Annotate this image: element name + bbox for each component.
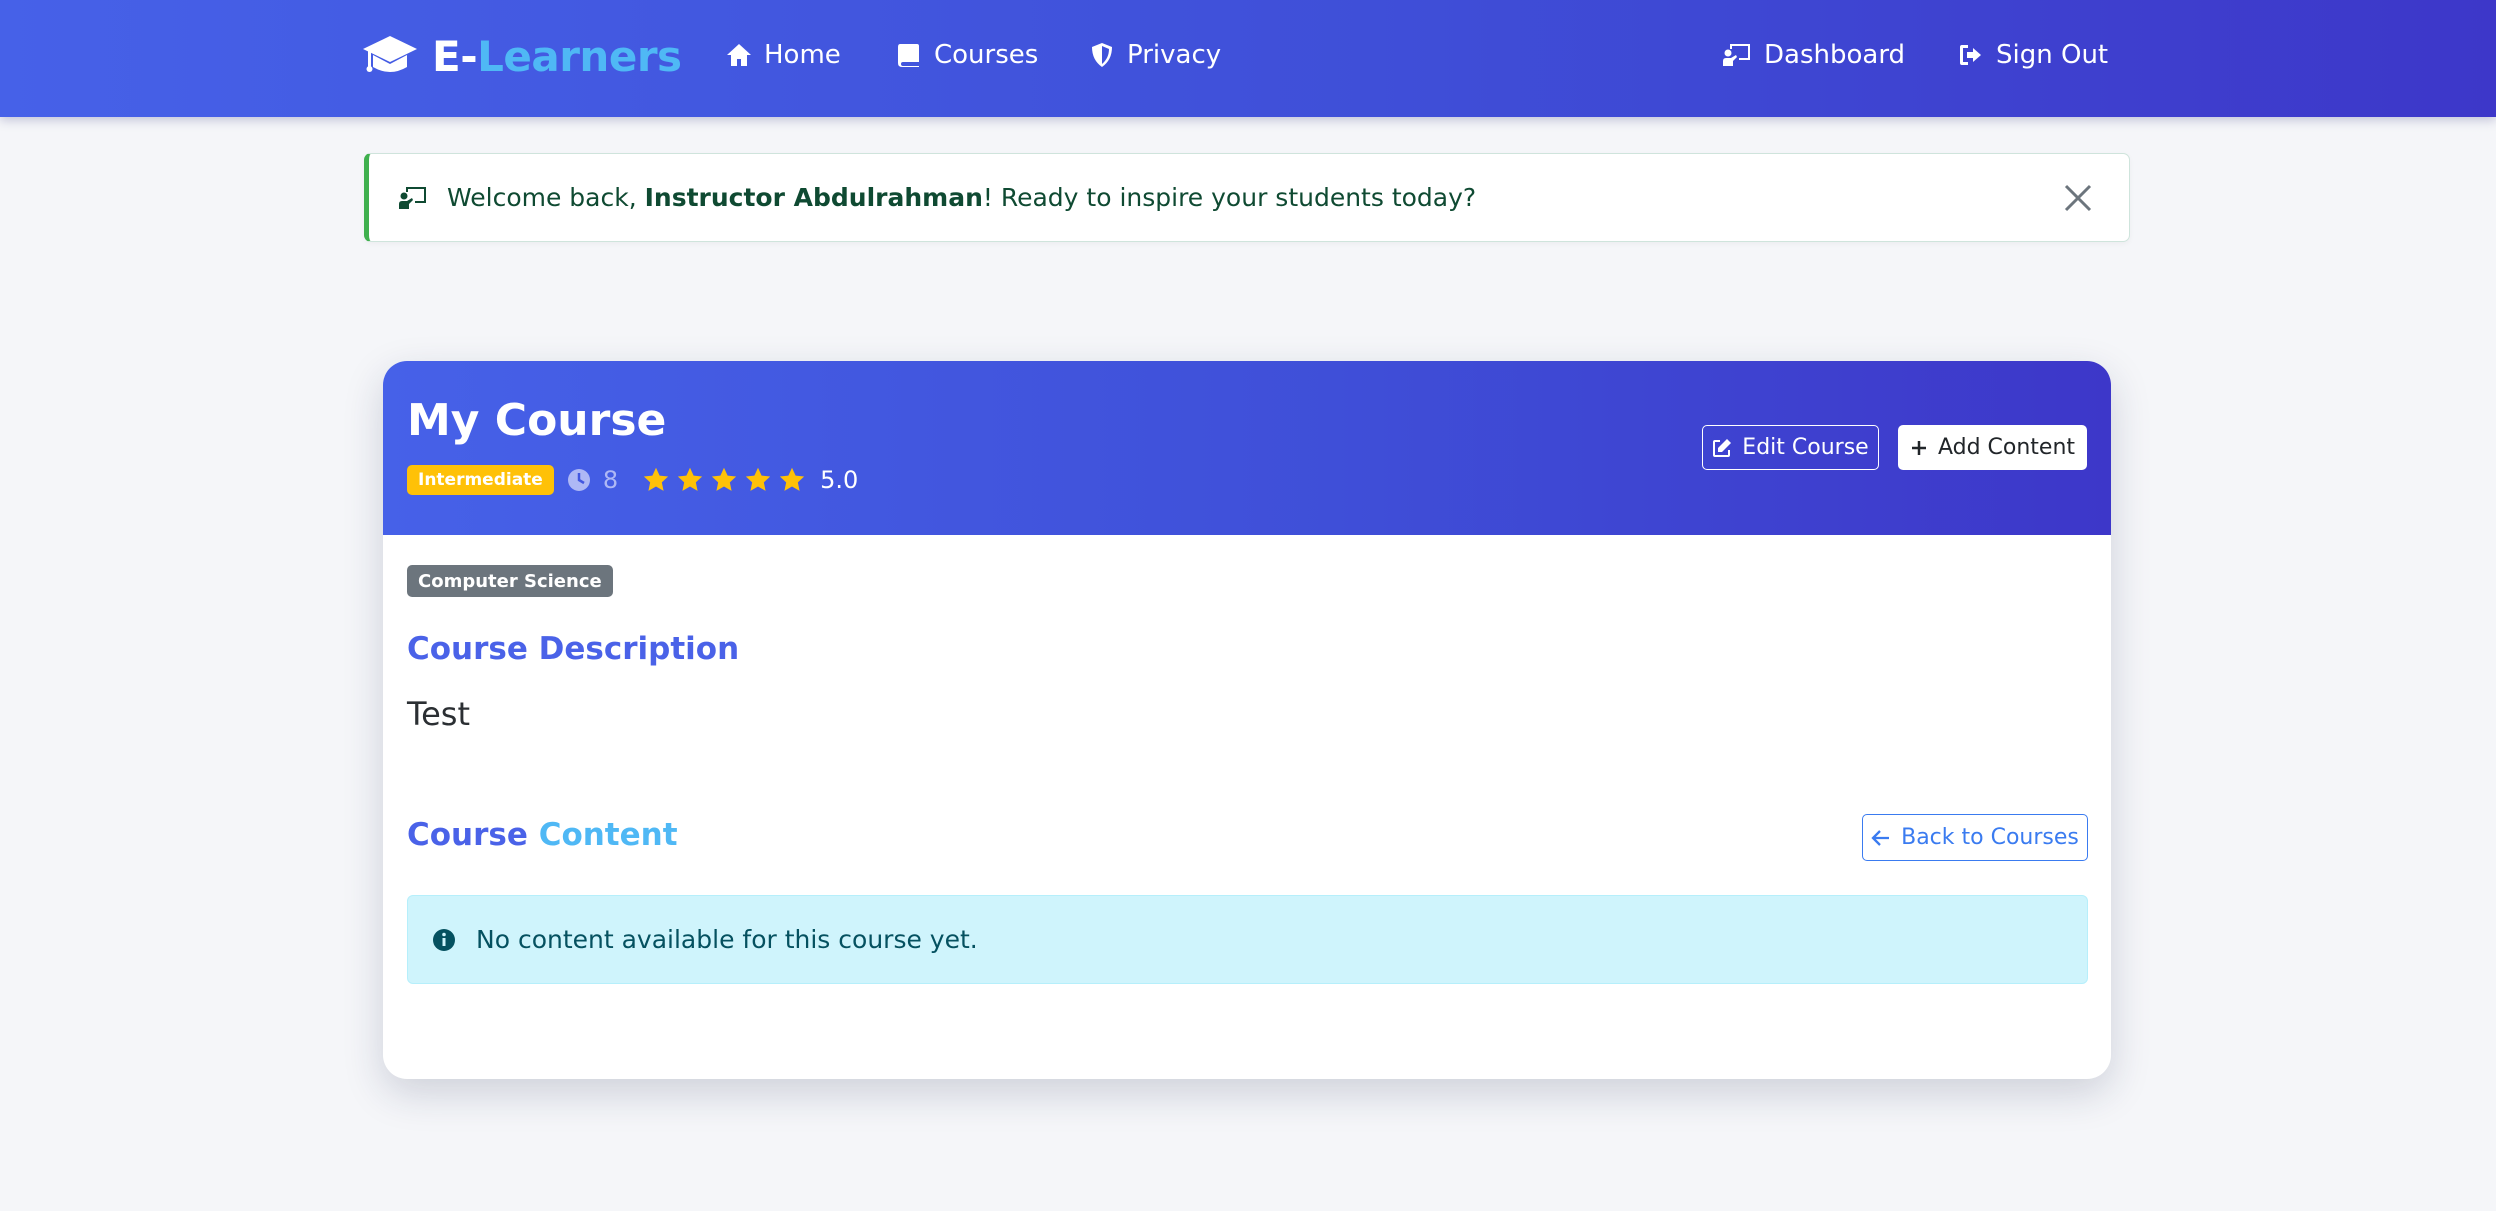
brand-logo[interactable]: E-Learners [362,28,682,84]
close-icon[interactable] [2061,181,2095,215]
empty-content-message: No content available for this course yet… [476,925,978,954]
category-badge: Computer Science [407,565,613,597]
brand-suffix: Learners [477,31,682,81]
edit-course-label: Edit Course [1742,435,1869,460]
back-to-courses-button[interactable]: Back to Courses [1862,814,2088,861]
add-content-label: Add Content [1937,435,2076,460]
star-icon [677,467,703,491]
course-card: My Course Intermediate 8 5.0 Edit Course… [383,361,2111,1079]
star-icon [779,467,805,491]
nav-home-label: Home [764,40,841,70]
nav-sign-out[interactable]: Sign Out [1958,36,2108,74]
nav-courses[interactable]: Courses [896,36,1038,74]
nav-privacy-label: Privacy [1127,40,1222,70]
nav-privacy[interactable]: Privacy [1089,36,1221,74]
nav-home[interactable]: Home [726,36,841,74]
nav-sign-out-label: Sign Out [1996,40,2109,70]
rating-value: 5.0 [820,466,859,494]
star-icon [643,467,669,491]
empty-content-alert: No content available for this course yet… [407,895,2088,984]
content-heading-word-1: Course [407,817,528,853]
welcome-message: Welcome back, Instructor Abdulrahman! Re… [447,183,1476,212]
edit-icon [1713,438,1732,457]
add-content-button[interactable]: Add Content [1898,425,2087,470]
back-to-courses-label: Back to Courses [1901,825,2079,850]
nav-courses-label: Courses [934,40,1039,70]
course-title: My Course [407,395,667,446]
level-badge: Intermediate [407,465,554,495]
instructor-name: Instructor Abdulrahman [644,183,983,212]
star-icon [745,467,771,491]
welcome-alert: Welcome back, Instructor Abdulrahman! Re… [364,153,2130,242]
brand-prefix: E- [432,31,478,81]
book-icon [898,44,919,67]
clock-icon [567,469,590,491]
course-description: Test [407,695,471,733]
info-icon [433,928,455,951]
chalkboard-teacher-icon [1723,44,1750,66]
description-heading: Course Description [407,631,740,667]
content-heading: Course Content [407,817,678,853]
nav-dashboard[interactable]: Dashboard [1722,36,1905,74]
edit-course-button[interactable]: Edit Course [1702,425,1879,470]
course-header: My Course Intermediate 8 5.0 Edit Course… [383,361,2111,535]
content-heading-word-2: Content [538,817,678,853]
chalkboard-teacher-icon [399,186,426,209]
welcome-suffix: ! Ready to inspire your students today? [982,183,1477,212]
home-icon [727,44,751,66]
welcome-prefix: Welcome back, [447,183,645,212]
course-meta: Intermediate 8 5.0 [407,463,858,497]
arrow-left-icon [1871,829,1890,846]
graduation-cap-icon [363,36,417,72]
star-icon [711,467,737,491]
shield-icon [1092,43,1112,67]
sign-out-icon [1960,45,1981,65]
nav-dashboard-label: Dashboard [1764,40,1906,70]
star-rating [642,466,806,494]
course-duration: 8 [602,466,619,494]
navbar: E-Learners Home Courses Privacy Dashboar… [0,0,2496,117]
plus-icon [1911,440,1926,455]
